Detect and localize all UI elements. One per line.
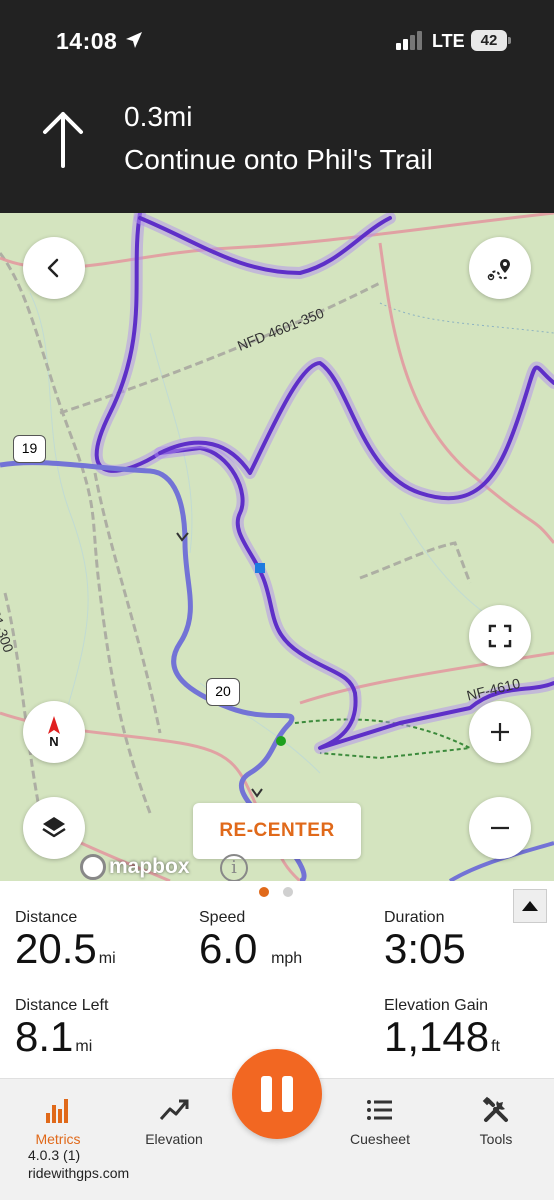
fullscreen-button[interactable] [469, 605, 531, 667]
bottom-tab-bar: Metrics Elevation Cuesheet Tools 4.0.3 (… [0, 1049, 554, 1200]
metric-unit: ft [491, 1038, 500, 1055]
tab-label: Metrics [35, 1131, 81, 1147]
metric-elevation-gain: Elevation Gain 1,148 ft [384, 997, 500, 1059]
waypoint-marker-20[interactable]: 20 [206, 678, 240, 706]
compass-north-label: N [49, 733, 59, 749]
bar-chart-icon [46, 1099, 68, 1123]
status-time: 14:08 [56, 28, 118, 54]
metric-value: 8.1 mi [15, 1013, 93, 1060]
layers-icon [42, 817, 66, 838]
metric-value: 3:05 [384, 925, 466, 972]
trend-line-icon [159, 1099, 189, 1121]
map-view[interactable]: 19 20 NFD 4601-350 01-300 NF-4610 N RE-C… [0, 213, 554, 881]
battery-level: 42 [471, 30, 507, 51]
site-url: ridewithgps.com [28, 1165, 130, 1181]
minus-icon [491, 826, 509, 830]
metric-duration: Duration 3:05 [384, 909, 466, 971]
plus-icon [491, 723, 509, 741]
map-canvas [0, 213, 554, 881]
metric-distance: Distance 20.5 mi [15, 909, 116, 971]
navigation-banner: 14:08 LTE 42 0.3mi Continue onto Phil's … [0, 0, 554, 213]
route-pin-icon [487, 259, 510, 281]
recenter-button[interactable]: RE-CENTER [193, 803, 361, 859]
route-options-button[interactable] [469, 237, 531, 299]
map-layers-button[interactable] [23, 797, 85, 859]
metric-unit: mi [75, 1038, 93, 1055]
zoom-in-button[interactable] [469, 701, 531, 763]
metric-unit: mph [271, 950, 303, 967]
metric-speed: Speed 6.0 mph [199, 909, 302, 971]
pause-button[interactable] [232, 1049, 322, 1139]
compass-icon [48, 715, 60, 734]
network-type: LTE [432, 31, 465, 51]
metric-value: 1,148 ft [384, 1013, 500, 1060]
triangle-up-icon [522, 901, 538, 911]
tools-icon [482, 1096, 508, 1122]
tab-cuesheet[interactable]: Cuesheet [330, 1095, 430, 1147]
metric-distance-left: Distance Left 8.1 mi [15, 997, 108, 1059]
tab-elevation[interactable]: Elevation [124, 1095, 224, 1147]
chevron-left-icon [47, 258, 59, 278]
metric-value: 6.0 mph [199, 925, 303, 972]
tab-label: Elevation [145, 1131, 203, 1147]
arrow-up-icon [43, 112, 83, 168]
tab-metrics[interactable]: Metrics [8, 1095, 108, 1147]
page-dot-active [259, 887, 269, 897]
status-bar: 14:08 LTE 42 [0, 0, 554, 80]
expand-icon [488, 624, 512, 648]
list-icon [367, 1100, 392, 1120]
mapbox-mark-icon [80, 854, 106, 880]
tab-label: Cuesheet [350, 1131, 410, 1147]
maneuver-instruction: Continue onto Phil's Trail [124, 144, 433, 175]
location-arrow-icon [126, 32, 142, 48]
page-dot [283, 887, 293, 897]
zoom-out-button[interactable] [469, 797, 531, 859]
app-version: 4.0.3 (1) [28, 1147, 81, 1163]
compass-button[interactable]: N [23, 701, 85, 763]
maneuver-distance: 0.3mi [124, 101, 193, 132]
tab-label: Tools [479, 1131, 513, 1147]
signal-icon [396, 31, 422, 50]
waypoint-marker-19[interactable]: 19 [13, 435, 46, 463]
page-indicator [259, 887, 295, 899]
mapbox-wordmark: mapbox [109, 855, 190, 878]
tab-tools[interactable]: Tools [446, 1095, 546, 1147]
back-button[interactable] [23, 237, 85, 299]
metric-value: 20.5 mi [15, 925, 116, 972]
battery-icon: 42 [471, 30, 511, 51]
mapbox-logo[interactable]: mapbox [80, 854, 190, 880]
collapse-panel-button[interactable] [513, 889, 547, 923]
info-icon[interactable]: i [220, 854, 248, 881]
metric-unit: mi [98, 950, 116, 967]
pause-icon [261, 1076, 272, 1112]
